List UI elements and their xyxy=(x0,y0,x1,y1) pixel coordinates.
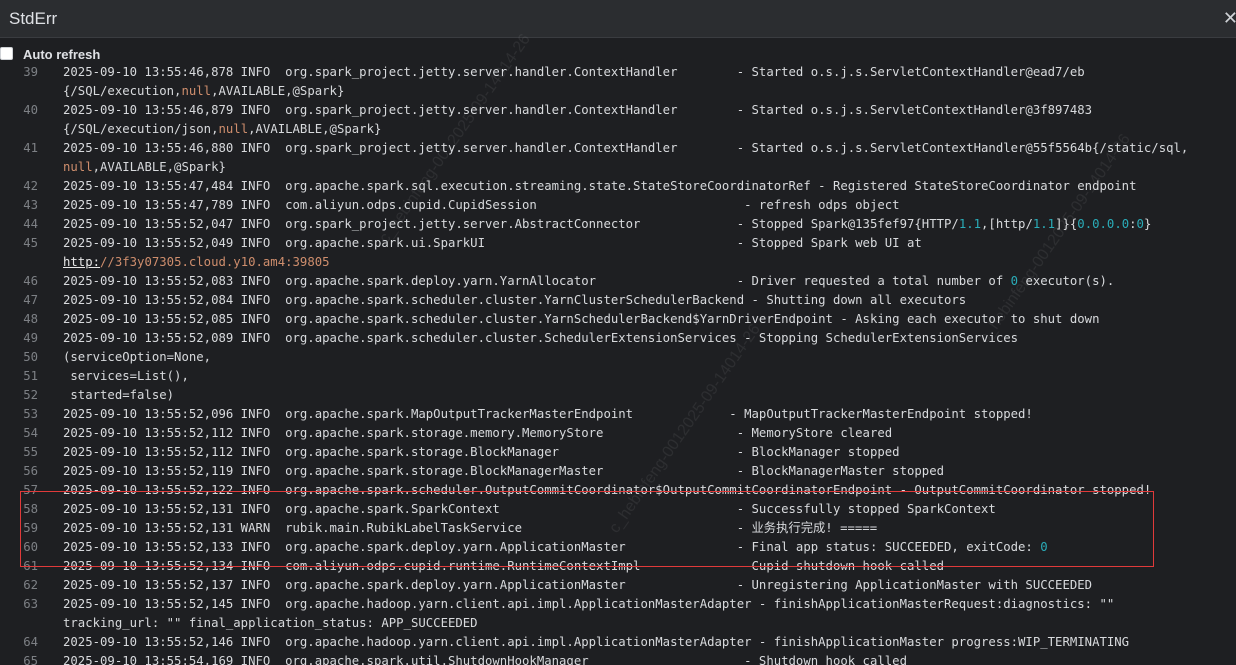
log-text: 2025-09-10 13:55:52,112 INFO org.apache.… xyxy=(63,426,893,440)
close-icon[interactable]: ✕ xyxy=(1223,8,1236,29)
log-text: (serviceOption=None, xyxy=(63,350,212,364)
log-text: null,AVAILABLE,@Spark} xyxy=(63,160,226,174)
auto-refresh-label[interactable]: Auto refresh xyxy=(23,47,100,62)
log-text: 2025-09-10 13:55:52,085 INFO org.apache.… xyxy=(63,312,1100,326)
line-number: 42 xyxy=(23,179,38,193)
log-text: 2025-09-10 13:55:52,119 INFO org.apache.… xyxy=(63,464,944,478)
title-bar: StdErr ✕ xyxy=(0,0,1236,38)
log-text: 2025-09-10 13:55:47,789 INFO com.aliyun.… xyxy=(63,198,900,212)
log-text: 2025-09-10 13:55:52,133 INFO org.apache.… xyxy=(63,540,1048,554)
log-text: tracking_url: "" final_application_statu… xyxy=(63,616,478,630)
log-text: 2025-09-10 13:55:52,049 INFO org.apache.… xyxy=(63,236,922,250)
log-text: 2025-09-10 13:55:52,112 INFO org.apache.… xyxy=(63,445,900,459)
log-text: 2025-09-10 13:55:46,878 INFO org.spark_p… xyxy=(63,65,1085,79)
log-text: 2025-09-10 13:55:52,083 INFO org.apache.… xyxy=(63,274,1115,288)
log-text: {/SQL/execution,null,AVAILABLE,@Spark} xyxy=(63,84,345,98)
line-number: 55 xyxy=(23,445,38,459)
line-number: 40 xyxy=(23,103,38,117)
log-text: 2025-09-10 13:55:46,880 INFO org.spark_p… xyxy=(63,141,1189,155)
line-number: 61 xyxy=(23,559,38,573)
window-title: StdErr xyxy=(9,9,58,28)
log-text: 2025-09-10 13:55:54,169 INFO org.apache.… xyxy=(63,654,907,665)
line-number: 51 xyxy=(23,369,38,383)
line-number: 52 xyxy=(23,388,38,402)
line-number: 56 xyxy=(23,464,38,478)
line-number: 65 xyxy=(23,654,38,665)
line-number: 39 xyxy=(23,65,38,79)
line-number: 48 xyxy=(23,312,38,326)
line-number: 58 xyxy=(23,502,38,516)
log-text: 2025-09-10 13:55:52,131 WARN rubik.main.… xyxy=(63,521,878,535)
auto-refresh-checkbox[interactable] xyxy=(0,47,13,60)
line-number: 59 xyxy=(23,521,38,535)
line-number: 47 xyxy=(23,293,38,307)
line-number: 50 xyxy=(23,350,38,364)
log-text: started=false) xyxy=(63,388,175,402)
stderr-log-view[interactable]: 39 2025-09-10 13:55:46,878 INFO org.spark… xyxy=(0,62,1236,665)
log-text: 2025-09-10 13:55:52,047 INFO org.spark_p… xyxy=(63,217,1152,231)
line-number: 64 xyxy=(23,635,38,649)
line-number: 43 xyxy=(23,198,38,212)
log-text: services=List(), xyxy=(63,369,189,383)
log-text: 2025-09-10 13:55:52,096 INFO org.apache.… xyxy=(63,407,1033,421)
log-text: 2025-09-10 13:55:52,122 INFO org.apache.… xyxy=(63,483,1152,497)
log-text: 2025-09-10 13:55:52,131 INFO org.apache.… xyxy=(63,502,996,516)
log-text: 2025-09-10 13:55:47,484 INFO org.apache.… xyxy=(63,179,1137,193)
line-number: 45 xyxy=(23,236,38,250)
log-text: 2025-09-10 13:55:52,089 INFO org.apache.… xyxy=(63,331,1019,345)
line-number: 46 xyxy=(23,274,38,288)
log-text: 2025-09-10 13:55:52,146 INFO org.apache.… xyxy=(63,635,1130,649)
log-text: 2025-09-10 13:55:52,084 INFO org.apache.… xyxy=(63,293,967,307)
log-text: http://3f3y07305.cloud.y10.am4:39805 xyxy=(63,255,330,269)
line-number: 54 xyxy=(23,426,38,440)
line-number: 41 xyxy=(23,141,38,155)
line-number: 60 xyxy=(23,540,38,554)
line-number: 44 xyxy=(23,217,38,231)
log-text: 2025-09-10 13:55:52,145 INFO org.apache.… xyxy=(63,597,1115,611)
log-text: 2025-09-10 13:55:52,137 INFO org.apache.… xyxy=(63,578,1093,592)
line-number: 53 xyxy=(23,407,38,421)
line-number: 57 xyxy=(23,483,38,497)
line-number: 63 xyxy=(23,597,38,611)
log-text: 2025-09-10 13:55:46,879 INFO org.spark_p… xyxy=(63,103,1093,117)
log-text: 2025-09-10 13:55:52,134 INFO com.aliyun.… xyxy=(63,559,944,573)
line-number: 62 xyxy=(23,578,38,592)
line-number: 49 xyxy=(23,331,38,345)
log-text: {/SQL/execution/json,null,AVAILABLE,@Spa… xyxy=(63,122,382,136)
